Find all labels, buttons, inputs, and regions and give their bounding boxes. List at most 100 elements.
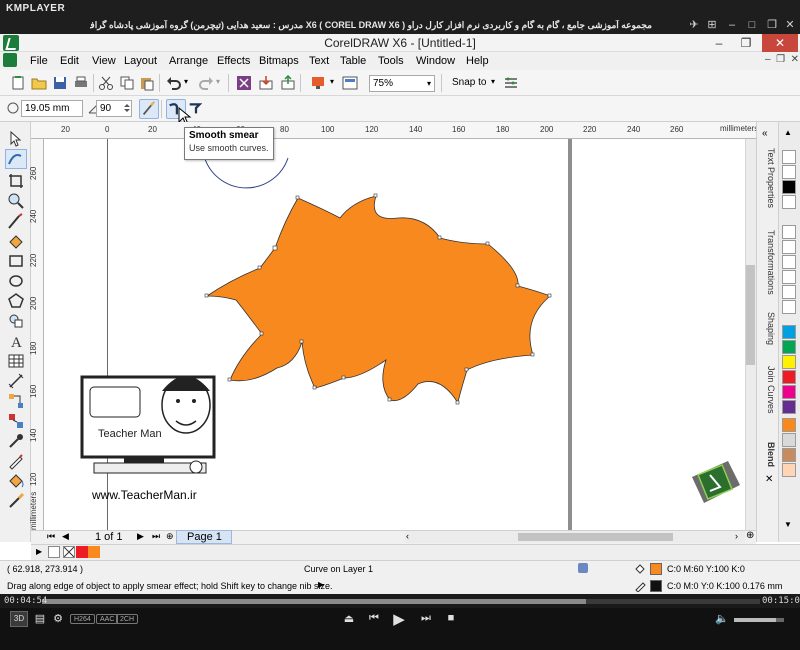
menu-arrange[interactable]: Arrange (169, 55, 208, 67)
menu-tools[interactable]: Tools (378, 55, 404, 67)
palette-swatch[interactable] (782, 418, 796, 432)
kmp-settings-icon[interactable]: ⚙ (50, 612, 66, 625)
pressure-pen-button[interactable] (139, 99, 159, 119)
undo-icon[interactable] (166, 75, 182, 91)
palette-swatch[interactable] (782, 225, 796, 239)
palette-swatch[interactable] (782, 355, 796, 369)
circle-arc[interactable] (204, 157, 289, 189)
smear-tool-button[interactable] (5, 149, 27, 169)
docker-tab-shaping[interactable]: Shaping (758, 312, 776, 345)
open-folder-icon[interactable] (31, 75, 47, 91)
page-tab[interactable]: Page 1 (176, 530, 232, 544)
palette-swatch[interactable] (782, 255, 796, 269)
hint-expand-icon[interactable]: ▶ (318, 580, 324, 589)
palette-swatch[interactable] (782, 400, 796, 414)
add-page-icon[interactable]: ⊕ (166, 531, 174, 542)
next-page-icon[interactable]: ▶ (137, 531, 144, 542)
dimension-tool-icon[interactable] (7, 372, 25, 390)
palette-swatch[interactable] (782, 150, 796, 164)
kmp-minimize-button[interactable]: – (724, 18, 740, 32)
crop-tool-icon[interactable] (7, 172, 25, 190)
palette-swatch[interactable] (782, 463, 796, 477)
menu-table[interactable]: Table (340, 55, 366, 67)
undo-dropdown-icon[interactable]: ▾ (184, 77, 188, 86)
polygon-tool-icon[interactable] (7, 292, 25, 310)
fill-color-swatch[interactable] (650, 563, 662, 575)
kmp-eject-icon[interactable]: ⏏ (341, 612, 357, 625)
kmp-playlist-icon[interactable]: ▤ (32, 612, 48, 625)
docker-tab-join-curves[interactable]: Join Curves (758, 366, 776, 414)
docker-tab-blend[interactable]: Blend (758, 442, 776, 467)
freehand-tool-icon[interactable] (7, 212, 25, 230)
nib-size-field[interactable]: 19.05 mm (21, 100, 83, 117)
menu-help[interactable]: Help (466, 55, 489, 67)
doc-window-controls[interactable]: – ❐ ✕ (765, 54, 799, 65)
table-tool-icon[interactable] (7, 352, 25, 370)
kmp-next-icon[interactable]: ⏭ (418, 612, 434, 625)
menu-view[interactable]: View (92, 55, 116, 67)
palette-swatch[interactable] (782, 325, 796, 339)
options-icon[interactable] (503, 75, 519, 91)
color-proof-icon[interactable] (578, 563, 588, 573)
kmp-maximize-button[interactable]: □ (744, 18, 760, 32)
kmp-restore-button[interactable]: ❐ (764, 18, 780, 32)
menu-text[interactable]: Text (309, 55, 329, 67)
redo-icon[interactable] (198, 75, 214, 91)
docker-collapse-icon[interactable]: « (762, 128, 768, 139)
pin-icon[interactable]: ✈ (686, 18, 702, 32)
blend-tool-icon[interactable] (7, 412, 25, 430)
menu-file[interactable]: File (30, 55, 48, 67)
ellipse-tool-icon[interactable] (7, 272, 25, 290)
snap-to-label[interactable]: Snap to (452, 77, 486, 88)
scroll-left-icon[interactable]: ‹ (406, 531, 409, 541)
new-document-icon[interactable] (10, 75, 26, 91)
close-button[interactable]: ✕ (762, 34, 798, 52)
connector-tool-icon[interactable] (7, 392, 25, 410)
doc-palette-menu-icon[interactable]: ▶ (36, 547, 42, 556)
horizontal-ruler[interactable] (31, 122, 756, 139)
application-launcher-icon[interactable] (310, 75, 326, 91)
outline-color-swatch[interactable] (650, 580, 662, 592)
welcome-screen-icon[interactable] (342, 75, 358, 91)
palette-scroll-up-icon[interactable]: ▲ (784, 128, 792, 137)
menu-window[interactable]: Window (416, 55, 455, 67)
minimize-button[interactable]: – (706, 34, 732, 52)
docker-close-icon[interactable]: ✕ (765, 474, 773, 485)
navigator-icon[interactable]: ⊕ (746, 530, 754, 541)
snap-to-dropdown-icon[interactable]: ▾ (491, 77, 495, 86)
horizontal-scroll-thumb[interactable] (518, 533, 673, 541)
export-icon[interactable] (280, 75, 296, 91)
copy-icon[interactable] (119, 75, 135, 91)
palette-swatch[interactable] (782, 448, 796, 462)
restore-button[interactable]: ❐ (733, 34, 759, 52)
zoom-tool-icon[interactable] (7, 192, 25, 210)
interactive-fill-tool-icon[interactable] (7, 492, 25, 510)
text-tool-icon[interactable]: A (7, 332, 25, 350)
vertical-scroll-thumb[interactable] (746, 265, 755, 365)
outline-pen-tool-icon[interactable] (7, 452, 25, 470)
print-icon[interactable] (73, 75, 89, 91)
menu-effects[interactable]: Effects (217, 55, 250, 67)
palette-swatch[interactable] (782, 240, 796, 254)
color-eyedropper-icon[interactable] (7, 432, 25, 450)
rectangle-tool-icon[interactable] (7, 252, 25, 270)
import-icon[interactable] (258, 75, 274, 91)
no-color-swatch[interactable] (48, 546, 60, 558)
docker-tab-transformations[interactable]: Transformations (758, 230, 776, 295)
kmp-stop-icon[interactable]: ■ (443, 612, 459, 624)
smart-fill-tool-icon[interactable] (7, 232, 25, 250)
angle-spinner-icon[interactable] (122, 102, 132, 114)
scroll-right-icon[interactable]: › (735, 531, 738, 541)
palette-swatch[interactable] (782, 165, 796, 179)
doc-swatch-red[interactable] (76, 546, 88, 558)
kmp-volume-icon[interactable]: 🔈 (714, 612, 730, 625)
palette-swatch[interactable] (782, 180, 796, 194)
orange-star-shape[interactable] (205, 195, 551, 405)
kmp-play-icon[interactable]: ▶ (391, 610, 407, 628)
cut-icon[interactable] (98, 75, 114, 91)
redo-dropdown-icon[interactable]: ▾ (216, 77, 220, 86)
prev-page-icon[interactable]: ◀ (62, 531, 69, 542)
kmp-menu-icon[interactable]: ⊞ (704, 18, 720, 32)
search-content-icon[interactable] (236, 75, 252, 91)
menu-edit[interactable]: Edit (60, 55, 79, 67)
